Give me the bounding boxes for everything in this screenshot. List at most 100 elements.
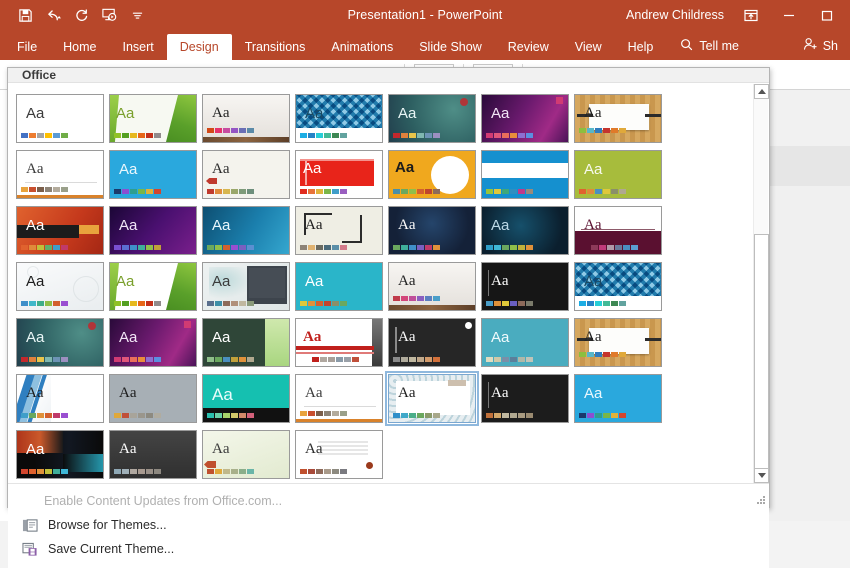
theme-thumbnail[interactable]: Aa	[295, 206, 383, 255]
theme-thumbnail-cell[interactable]: Aa	[295, 315, 388, 371]
tab-home[interactable]: Home	[50, 34, 109, 60]
scrollbar-track[interactable]	[754, 99, 768, 234]
theme-thumbnail-cell[interactable]: Aa	[202, 91, 295, 147]
theme-thumbnail-cell[interactable]: Aa	[388, 371, 481, 427]
theme-thumbnail[interactable]: Aa	[574, 318, 662, 367]
theme-thumbnail[interactable]: Aa	[16, 262, 104, 311]
tell-me-search[interactable]: Tell me	[666, 33, 749, 60]
theme-thumbnail-cell[interactable]: Aa	[202, 203, 295, 259]
theme-thumbnail[interactable]: Aa	[109, 150, 197, 199]
tab-review[interactable]: Review	[495, 34, 562, 60]
theme-thumbnail-cell[interactable]: Aa	[481, 203, 574, 259]
theme-thumbnail[interactable]: Aa	[481, 206, 569, 255]
theme-thumbnail[interactable]: Aa	[202, 206, 290, 255]
theme-thumbnail-cell[interactable]: Aa	[388, 259, 481, 315]
start-from-beginning-icon[interactable]	[96, 3, 122, 27]
theme-thumbnail[interactable]: Aa	[16, 318, 104, 367]
save-current-theme-item[interactable]: Save Current Theme...	[8, 537, 769, 561]
theme-thumbnail-cell[interactable]: Aa	[295, 147, 388, 203]
theme-thumbnail[interactable]: Aa	[388, 150, 476, 199]
tab-insert[interactable]: Insert	[110, 34, 167, 60]
theme-thumbnail-cell[interactable]: Aa	[202, 427, 295, 483]
theme-thumbnail-cell[interactable]: Aa	[574, 259, 667, 315]
redo-icon[interactable]	[68, 3, 94, 27]
themes-gallery[interactable]: AaAaAaAaAaAaAaAaAaAaAaAaAaAaAaAaAaAaAaAa…	[8, 83, 753, 483]
theme-thumbnail[interactable]: Aa	[16, 374, 104, 423]
theme-thumbnail-cell[interactable]: Aa	[109, 371, 202, 427]
theme-thumbnail[interactable]: Aa	[388, 262, 476, 311]
theme-thumbnail[interactable]: Aa	[481, 262, 569, 311]
customize-quick-access-toolbar-icon[interactable]	[124, 3, 150, 27]
tab-animations[interactable]: Animations	[318, 34, 406, 60]
tab-help[interactable]: Help	[615, 34, 667, 60]
theme-thumbnail[interactable]: Aa	[109, 430, 197, 479]
theme-thumbnail-cell[interactable]: Aa	[16, 371, 109, 427]
theme-thumbnail[interactable]: Aa	[295, 318, 383, 367]
theme-thumbnail[interactable]: Aa	[574, 94, 662, 143]
theme-thumbnail[interactable]: Aa	[481, 374, 569, 423]
theme-thumbnail-cell[interactable]: Aa	[481, 147, 574, 203]
minimize-button[interactable]	[772, 1, 806, 29]
theme-thumbnail-cell[interactable]: Aa	[109, 147, 202, 203]
theme-thumbnail[interactable]: Aa	[388, 206, 476, 255]
maximize-button[interactable]	[810, 1, 844, 29]
theme-thumbnail[interactable]: Aa	[16, 150, 104, 199]
theme-thumbnail-cell[interactable]: Aa	[388, 91, 481, 147]
theme-thumbnail-cell[interactable]: Aa	[202, 371, 295, 427]
theme-thumbnail-cell[interactable]: Aa	[574, 315, 667, 371]
theme-thumbnail-cell[interactable]: Aa	[16, 427, 109, 483]
themes-scrollbar[interactable]	[753, 84, 768, 483]
theme-thumbnail-cell[interactable]: Aa	[16, 203, 109, 259]
undo-icon[interactable]	[40, 3, 66, 27]
theme-thumbnail-cell[interactable]: Aa	[109, 427, 202, 483]
theme-thumbnail[interactable]: Aa	[109, 318, 197, 367]
theme-thumbnail[interactable]: Aa	[481, 150, 569, 199]
browse-for-themes-item[interactable]: Browse for Themes...	[8, 513, 769, 537]
theme-thumbnail[interactable]: Aa	[295, 262, 383, 311]
save-icon[interactable]	[12, 3, 38, 27]
scroll-thumb[interactable]	[754, 234, 769, 480]
tab-slide-show[interactable]: Slide Show	[406, 34, 495, 60]
theme-thumbnail[interactable]: Aa	[574, 206, 662, 255]
theme-thumbnail[interactable]: Aa	[202, 430, 290, 479]
theme-thumbnail-cell[interactable]: Aa	[388, 147, 481, 203]
theme-thumbnail[interactable]: Aa	[202, 374, 290, 423]
theme-thumbnail-cell[interactable]: Aa	[109, 203, 202, 259]
theme-thumbnail[interactable]: Aa	[16, 206, 104, 255]
theme-thumbnail-cell[interactable]: Aa	[574, 371, 667, 427]
tab-view[interactable]: View	[562, 34, 615, 60]
scroll-down-arrow-icon[interactable]	[754, 468, 769, 483]
theme-thumbnail[interactable]: Aa	[109, 374, 197, 423]
theme-thumbnail[interactable]: Aa	[109, 206, 197, 255]
theme-thumbnail[interactable]: Aa	[574, 374, 662, 423]
theme-thumbnail-cell[interactable]: Aa	[109, 259, 202, 315]
theme-thumbnail[interactable]: Aa	[388, 318, 476, 367]
theme-thumbnail-cell[interactable]: Aa	[295, 91, 388, 147]
tab-transitions[interactable]: Transitions	[232, 34, 319, 60]
theme-thumbnail-cell[interactable]: Aa	[388, 203, 481, 259]
theme-thumbnail-cell[interactable]: Aa	[16, 147, 109, 203]
resize-grip-icon[interactable]	[757, 496, 766, 505]
theme-thumbnail-cell[interactable]: Aa	[574, 147, 667, 203]
theme-thumbnail[interactable]: Aa	[574, 262, 662, 311]
tab-file[interactable]: File	[4, 34, 50, 60]
theme-thumbnail[interactable]: Aa	[295, 374, 383, 423]
theme-thumbnail-cell[interactable]: Aa	[109, 315, 202, 371]
theme-thumbnail[interactable]: Aa	[481, 318, 569, 367]
theme-thumbnail-cell[interactable]: Aa	[388, 315, 481, 371]
theme-thumbnail-cell[interactable]: Aa	[295, 259, 388, 315]
theme-thumbnail[interactable]: Aa	[388, 374, 476, 423]
theme-thumbnail[interactable]: Aa	[16, 94, 104, 143]
theme-thumbnail[interactable]: Aa	[16, 430, 104, 479]
theme-thumbnail-cell[interactable]: Aa	[202, 315, 295, 371]
theme-thumbnail[interactable]: Aa	[295, 150, 383, 199]
scroll-up-arrow-icon[interactable]	[754, 84, 769, 99]
account-name[interactable]: Andrew Childress	[626, 8, 724, 22]
theme-thumbnail-cell[interactable]: Aa	[16, 91, 109, 147]
theme-thumbnail-cell[interactable]: Aa	[574, 203, 667, 259]
share-button[interactable]: Sh	[795, 32, 846, 60]
ribbon-display-options-icon[interactable]	[734, 1, 768, 29]
theme-thumbnail[interactable]: Aa	[202, 318, 290, 367]
theme-thumbnail-cell[interactable]: Aa	[481, 371, 574, 427]
theme-thumbnail-cell[interactable]: Aa	[202, 259, 295, 315]
